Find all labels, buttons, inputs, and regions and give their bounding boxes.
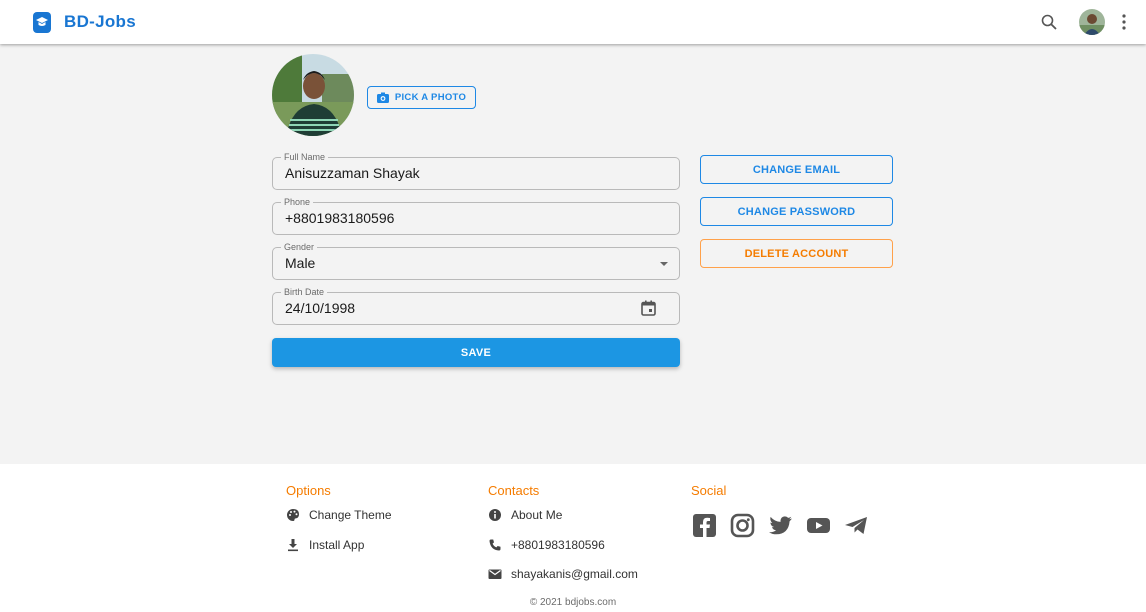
app-title[interactable]: BD-Jobs	[64, 12, 136, 32]
phone-icon	[489, 539, 501, 551]
more-vertical-icon[interactable]	[1121, 13, 1127, 31]
top-app-bar: BD-Jobs	[0, 0, 1146, 44]
email-contact-label: shayakanis@gmail.com	[511, 567, 638, 581]
phone-value[interactable]: +8801983180596	[285, 210, 394, 226]
birth-date-value[interactable]: 24/10/1998	[285, 300, 355, 316]
change-theme-label: Change Theme	[309, 508, 392, 522]
delete-account-button[interactable]: DELETE ACCOUNT	[700, 239, 893, 268]
gender-select[interactable]: Gender Male	[272, 242, 680, 280]
phone-contact-label: +8801983180596	[511, 538, 605, 552]
install-app-link[interactable]: Install App	[286, 538, 364, 552]
pick-photo-label: PICK A PHOTO	[394, 92, 467, 103]
about-me-label: About Me	[511, 508, 563, 522]
mail-icon	[488, 569, 502, 579]
gender-value[interactable]: Male	[285, 255, 315, 271]
youtube-icon[interactable]	[805, 513, 832, 538]
copyright-text: © 2021 bdjobs.com	[529, 597, 617, 608]
footer-options-title: Options	[286, 483, 331, 498]
birth-date-label: Birth Date	[281, 287, 328, 298]
phone-field[interactable]: Phone +8801983180596	[272, 197, 680, 235]
info-icon	[489, 509, 501, 521]
app-logo-icon[interactable]	[33, 12, 51, 33]
instagram-icon[interactable]	[729, 513, 756, 538]
search-icon[interactable]	[1040, 13, 1058, 31]
change-email-button[interactable]: CHANGE EMAIL	[700, 155, 893, 184]
footer-social-title: Social	[691, 483, 727, 498]
change-password-button[interactable]: CHANGE PASSWORD	[700, 197, 893, 226]
pick-photo-button[interactable]: PICK A PHOTO	[367, 86, 476, 109]
calendar-icon[interactable]	[641, 300, 656, 316]
birth-date-field[interactable]: Birth Date 24/10/1998	[272, 287, 680, 325]
gender-label: Gender	[281, 242, 318, 253]
install-app-label: Install App	[309, 538, 365, 552]
full-name-field[interactable]: Full Name Anisuzzaman Shayak	[272, 152, 680, 190]
user-avatar[interactable]	[1079, 9, 1105, 35]
email-contact-link[interactable]: shayakanis@gmail.com	[488, 567, 638, 581]
twitter-icon[interactable]	[767, 513, 794, 538]
phone-contact-link[interactable]: +8801983180596	[488, 538, 605, 552]
change-theme-link[interactable]: Change Theme	[286, 508, 392, 522]
dropdown-arrow-icon[interactable]	[659, 261, 669, 267]
download-icon	[288, 539, 298, 552]
camera-icon	[376, 92, 389, 103]
profile-photo	[272, 54, 354, 136]
facebook-icon[interactable]	[691, 513, 718, 538]
telegram-icon[interactable]	[843, 513, 870, 538]
save-button[interactable]: SAVE	[272, 338, 680, 367]
phone-label: Phone	[281, 197, 314, 208]
palette-icon	[287, 509, 299, 521]
social-links	[691, 513, 870, 538]
full-name-label: Full Name	[281, 152, 329, 163]
full-name-value[interactable]: Anisuzzaman Shayak	[285, 165, 420, 181]
footer-contacts-title: Contacts	[488, 483, 540, 498]
about-me-link[interactable]: About Me	[488, 508, 562, 522]
